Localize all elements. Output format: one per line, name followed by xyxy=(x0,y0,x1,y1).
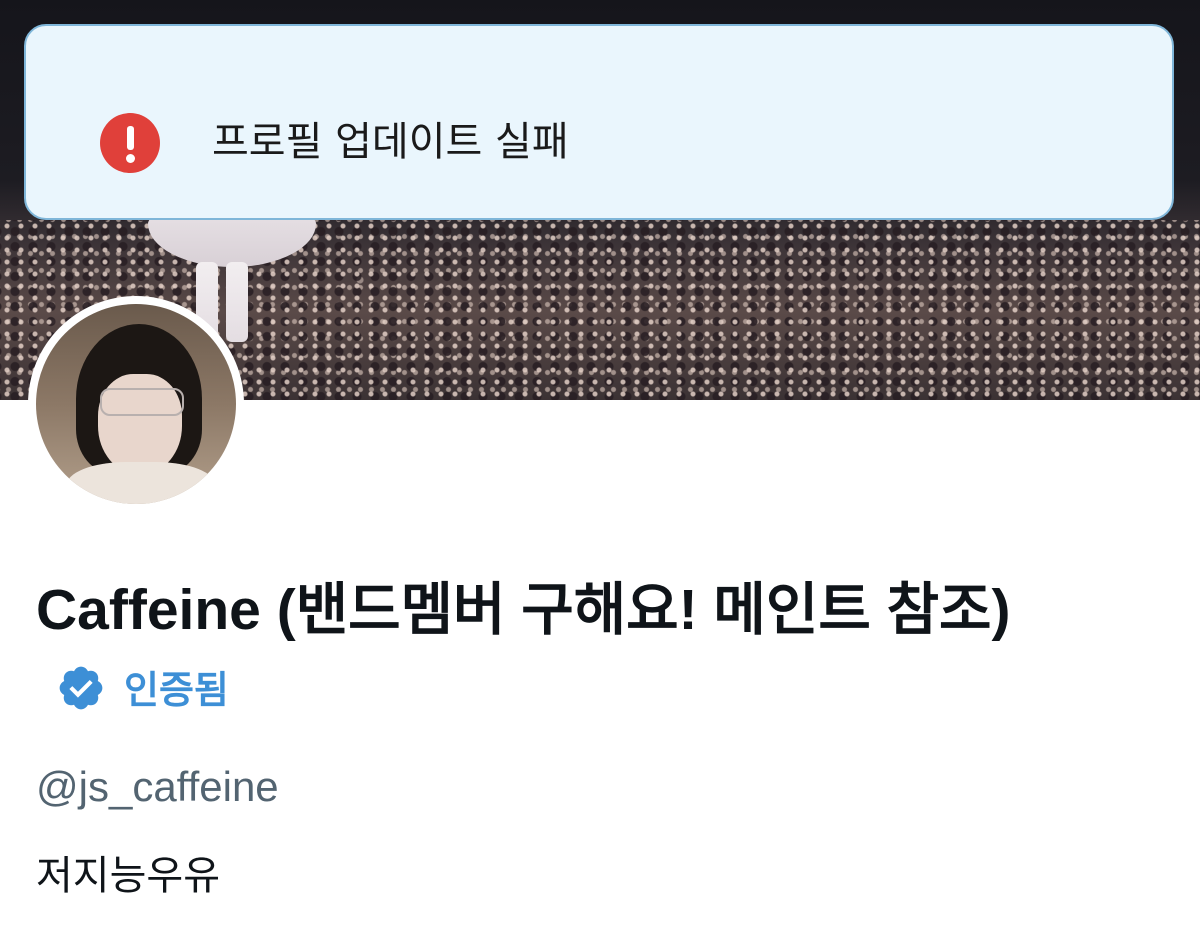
display-name: Caffeine (밴드멤버 구해요! 메인트 참조) xyxy=(36,578,1011,642)
user-bio: 저지능우유 xyxy=(36,853,220,899)
performer-leg xyxy=(226,262,248,342)
error-toast: 프로필 업데이트 실패 xyxy=(24,24,1174,220)
profile-name-block: Caffeine (밴드멤버 구해요! 메인트 참조) 인증됨 xyxy=(36,572,1036,728)
verified-label[interactable]: 인증됨 xyxy=(124,652,229,728)
avatar[interactable] xyxy=(28,296,244,512)
error-icon xyxy=(100,113,160,173)
profile-page: 프로필 업데이트 실패 Caffeine (밴드멤버 구해요! 메인트 참조) … xyxy=(0,0,1200,933)
verified-badge-icon[interactable] xyxy=(56,663,106,713)
user-handle: @js_caffeine xyxy=(36,763,279,810)
toast-message: 프로필 업데이트 실패 xyxy=(212,119,569,165)
avatar-photo xyxy=(36,304,236,504)
